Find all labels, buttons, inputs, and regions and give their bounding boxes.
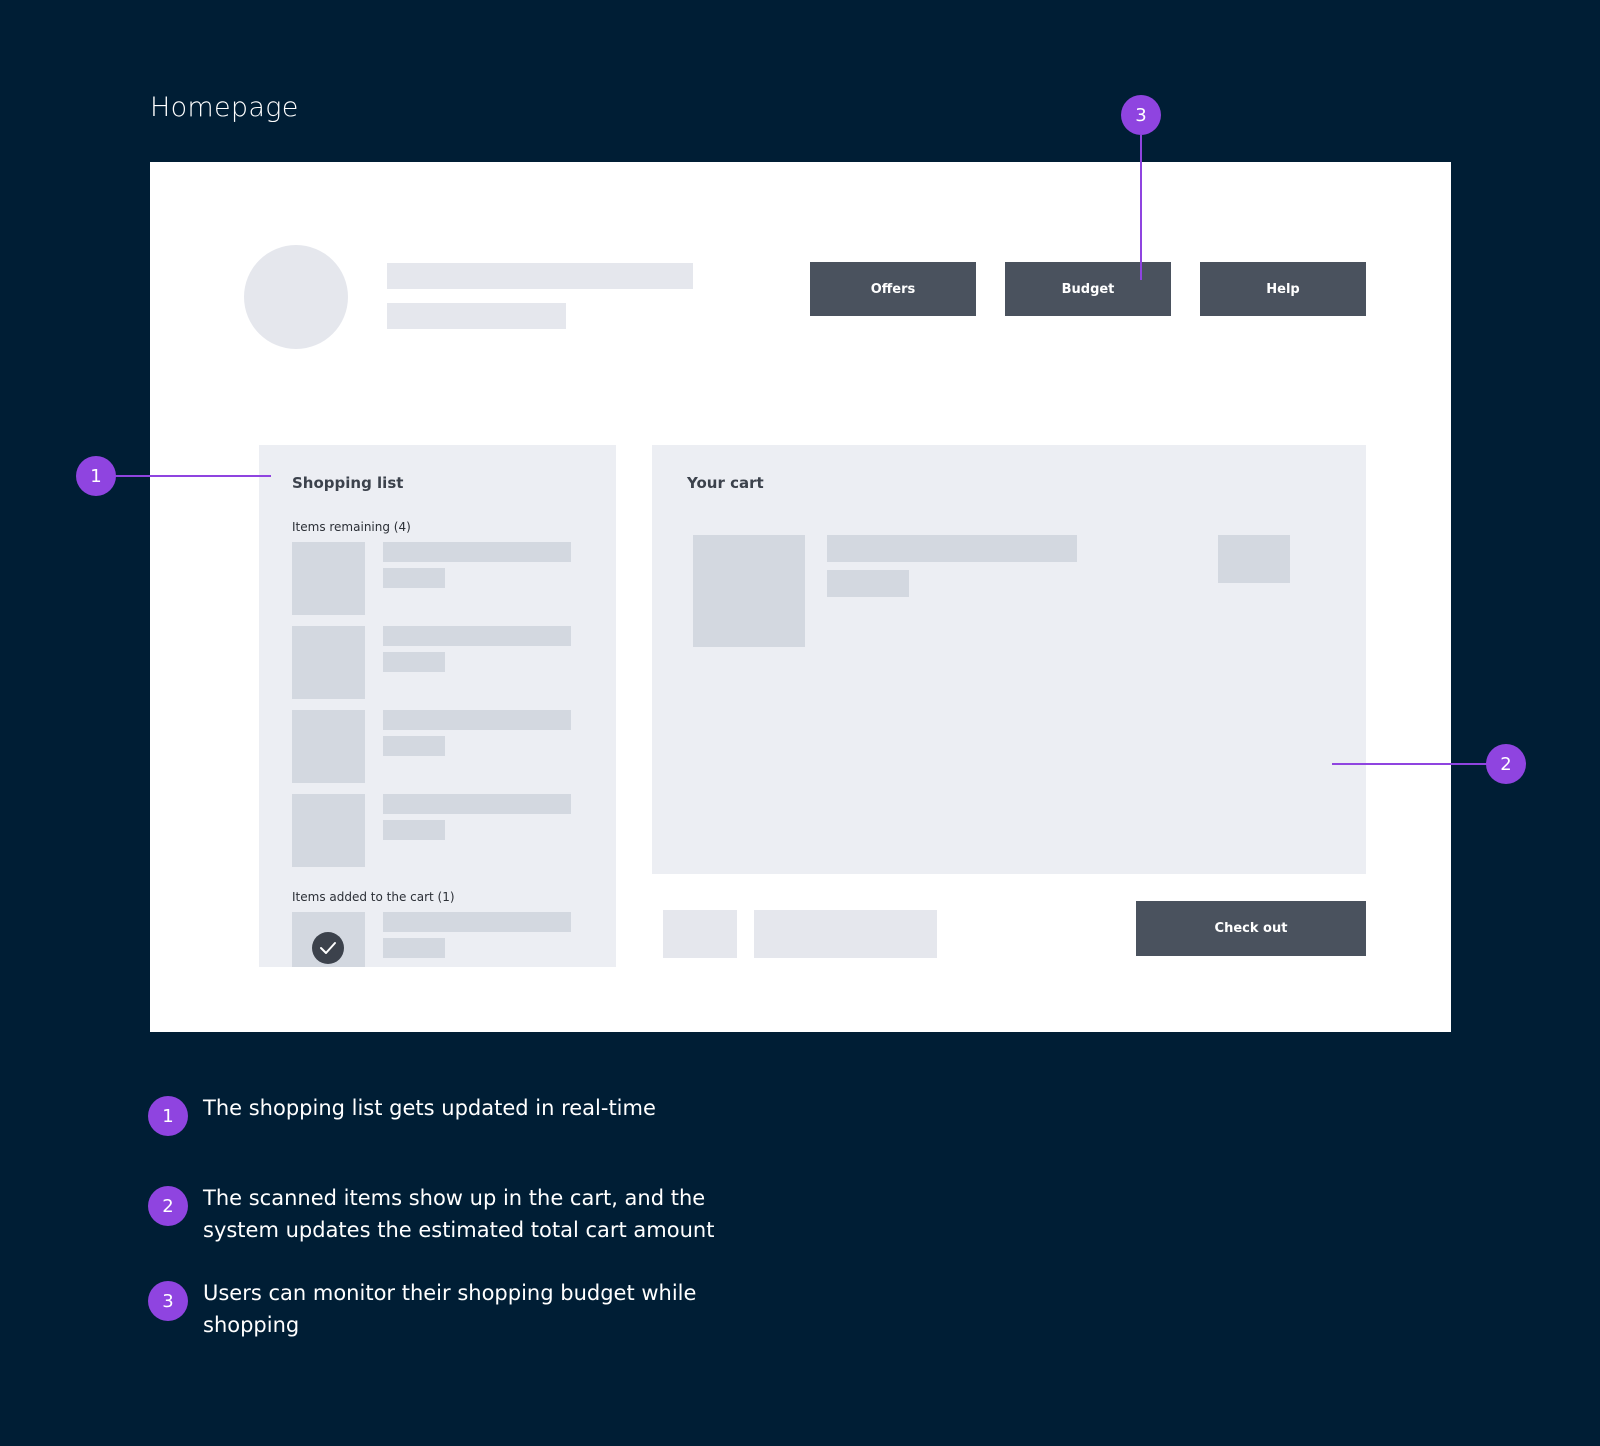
callout-1-connector [115,475,271,477]
note-text-2: The scanned items show up in the cart, a… [203,1186,715,1242]
total-label-placeholder [663,910,737,958]
checkmark-icon [312,932,344,964]
cart-item-detail-placeholder [827,570,909,597]
help-button[interactable]: Help [1200,262,1366,316]
note-text-3: Users can monitor their shopping budget … [203,1281,697,1337]
total-amount-placeholder [754,910,937,958]
budget-button[interactable]: Budget [1005,262,1171,316]
note-text-1: The shopping list gets updated in real-t… [203,1096,656,1120]
page-title: Homepage [150,92,299,123]
callout-3-connector [1140,135,1142,280]
list-item[interactable] [292,542,572,616]
callout-badge-2: 2 [1486,744,1526,784]
cart-item-name-placeholder [827,535,1077,562]
user-subtitle-placeholder [387,303,566,329]
item-thumbnail [292,794,365,867]
item-thumbnail [292,912,365,967]
checkout-button[interactable]: Check out [1136,901,1366,956]
cart-item-thumbnail [693,535,805,647]
item-thumbnail [292,626,365,699]
list-item-added[interactable] [292,912,572,967]
callout-2-connector [1332,763,1488,765]
cart-panel: Your cart [652,445,1366,874]
shopping-list-title: Shopping list [292,474,404,492]
user-name-placeholder [387,263,693,289]
cart-title: Your cart [687,474,764,492]
item-detail-placeholder [383,652,445,672]
list-item[interactable] [292,710,572,784]
item-name-placeholder [383,912,571,932]
avatar-placeholder [244,245,348,349]
items-added-label: Items added to the cart (1) [292,890,455,904]
callout-badge-1: 1 [76,456,116,496]
item-detail-placeholder [383,736,445,756]
item-name-placeholder [383,626,571,646]
item-name-placeholder [383,710,571,730]
cart-item-price-placeholder [1218,535,1290,583]
item-detail-placeholder [383,938,445,958]
offers-button[interactable]: Offers [810,262,976,316]
note-badge-3: 3 [148,1281,188,1321]
list-item[interactable] [292,794,572,868]
item-thumbnail [292,710,365,783]
item-name-placeholder [383,542,571,562]
item-name-placeholder [383,794,571,814]
note-badge-2: 2 [148,1186,188,1226]
shopping-list-panel: Shopping list Items remaining (4) Items … [259,445,616,967]
callout-badge-3: 3 [1121,95,1161,135]
list-item[interactable] [292,626,572,700]
note-badge-1: 1 [148,1096,188,1136]
wireframe-frame: Offers Budget Help Shopping list Items r… [150,162,1451,1032]
item-detail-placeholder [383,820,445,840]
item-detail-placeholder [383,568,445,588]
items-remaining-label: Items remaining (4) [292,520,411,534]
item-thumbnail [292,542,365,615]
